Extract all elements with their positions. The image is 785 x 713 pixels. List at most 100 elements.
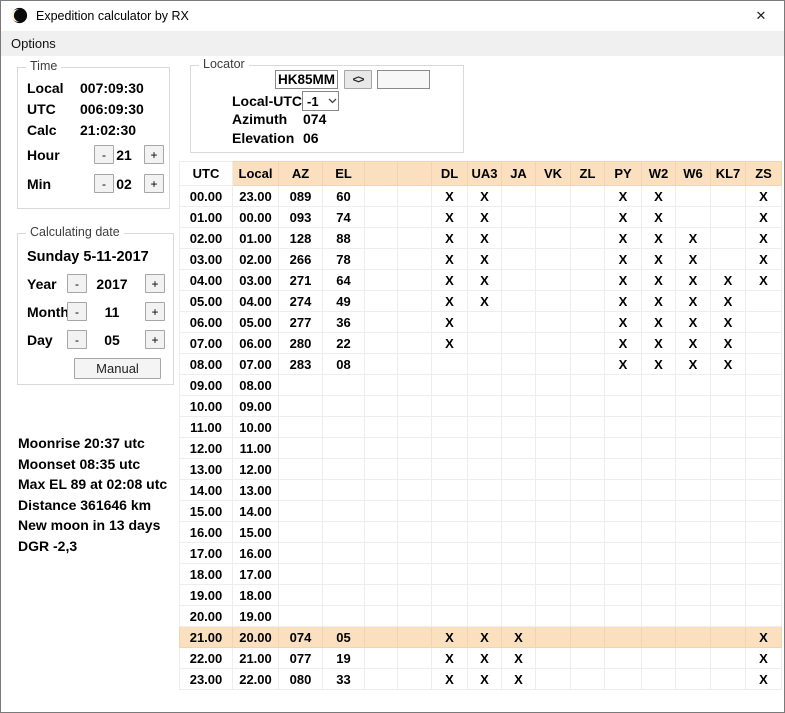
close-button[interactable]: ✕ <box>738 1 784 31</box>
hour-value: 21 <box>116 147 132 163</box>
table-cell <box>675 500 711 522</box>
table-row: 02.00 01.00 128 88 X X X X X X <box>179 227 782 249</box>
table-cell <box>322 584 365 606</box>
table-cell <box>322 521 365 543</box>
table-cell <box>397 227 432 249</box>
table-cell: 09.00 <box>232 395 279 417</box>
table-cell <box>501 437 536 459</box>
table-cell: 19 <box>322 647 365 669</box>
min-plus-button[interactable]: + <box>144 174 164 193</box>
table-cell <box>322 500 365 522</box>
table-cell: 02.00 <box>232 248 279 270</box>
table-cell <box>501 416 536 438</box>
table-cell: 089 <box>278 185 323 207</box>
table-row: 03.00 02.00 266 78 X X X X X X <box>179 248 782 270</box>
table-cell: X <box>675 290 711 312</box>
year-plus-button[interactable]: + <box>145 274 165 293</box>
month-value: 11 <box>104 304 120 320</box>
year-minus-button[interactable]: - <box>67 274 87 293</box>
day-plus-button[interactable]: + <box>145 330 165 349</box>
table-cell: X <box>604 269 642 291</box>
table-cell <box>710 584 746 606</box>
table-cell <box>745 458 782 480</box>
table-cell <box>364 395 398 417</box>
menu-options[interactable]: Options <box>1 31 66 56</box>
table-cell <box>467 374 502 396</box>
azimuth-value: 074 <box>303 111 327 127</box>
table-cell <box>278 605 323 627</box>
table-cell <box>397 584 432 606</box>
table-cell: 17.00 <box>179 542 233 564</box>
table-cell <box>675 626 711 648</box>
table-cell <box>641 647 676 669</box>
moon-info-block: Moonrise 20:37 utc Moonset 08:35 utc Max… <box>18 435 198 558</box>
table-cell: 03.00 <box>232 269 279 291</box>
table-row: 14.00 13.00 <box>179 479 782 501</box>
table-cell: X <box>467 248 502 270</box>
table-cell: X <box>710 290 746 312</box>
column-header-blank-4 <box>364 161 398 186</box>
table-cell: 266 <box>278 248 323 270</box>
table-cell <box>604 500 642 522</box>
table-row: 10.00 09.00 <box>179 395 782 417</box>
month-plus-button[interactable]: + <box>145 302 165 321</box>
table-cell <box>675 521 711 543</box>
table-cell <box>397 416 432 438</box>
table-cell <box>397 185 432 207</box>
table-cell <box>710 458 746 480</box>
column-header-py: PY <box>604 161 642 186</box>
chevron-down-icon <box>326 98 338 104</box>
table-cell: X <box>431 185 468 207</box>
table-cell <box>501 500 536 522</box>
secondary-locator-input[interactable] <box>377 70 430 89</box>
table-cell <box>710 437 746 459</box>
table-cell <box>501 521 536 543</box>
table-row: 22.00 21.00 077 19 X X X X <box>179 647 782 669</box>
elevation-label: Elevation <box>232 130 295 146</box>
table-cell <box>570 605 605 627</box>
table-cell: X <box>604 248 642 270</box>
table-cell: 23.00 <box>179 668 233 690</box>
table-cell <box>710 668 746 690</box>
table-cell <box>641 626 676 648</box>
grid-locator-input[interactable] <box>275 70 338 89</box>
manual-button[interactable]: Manual <box>74 358 161 379</box>
table-cell <box>710 626 746 648</box>
table-cell: 19.00 <box>232 605 279 627</box>
swap-locator-button[interactable]: <> <box>344 70 372 89</box>
table-cell <box>535 353 571 375</box>
table-row: 12.00 11.00 <box>179 437 782 459</box>
table-cell <box>501 269 536 291</box>
table-cell: 15.00 <box>179 500 233 522</box>
table-row: 01.00 00.00 093 74 X X X X X <box>179 206 782 228</box>
min-label: Min <box>27 176 52 192</box>
column-header-local: Local <box>232 161 279 186</box>
hour-plus-button[interactable]: + <box>144 145 164 164</box>
table-cell <box>467 395 502 417</box>
table-cell: 88 <box>322 227 365 249</box>
table-cell <box>364 584 398 606</box>
table-cell: X <box>745 185 782 207</box>
table-cell: 05.00 <box>232 311 279 333</box>
table-cell <box>501 584 536 606</box>
table-row: 07.00 06.00 280 22 X X X X X <box>179 332 782 354</box>
table-row: 20.00 19.00 <box>179 605 782 627</box>
calc-time-label: Calc <box>27 122 57 138</box>
local-utc-select[interactable]: -1 <box>302 91 339 111</box>
table-cell <box>501 290 536 312</box>
table-cell <box>364 290 398 312</box>
table-cell: 00.00 <box>232 206 279 228</box>
table-cell <box>278 500 323 522</box>
table-cell <box>535 647 571 669</box>
table-cell <box>467 521 502 543</box>
table-cell <box>467 479 502 501</box>
table-cell <box>467 542 502 564</box>
month-minus-button[interactable]: - <box>67 302 87 321</box>
table-cell: X <box>431 626 468 648</box>
table-cell: X <box>675 248 711 270</box>
table-cell: 03.00 <box>179 248 233 270</box>
day-minus-button[interactable]: - <box>67 330 87 349</box>
table-cell: X <box>675 227 711 249</box>
table-cell <box>570 269 605 291</box>
time-groupbox: Time Local 007:09:30 UTC 006:09:30 Calc … <box>17 59 170 209</box>
